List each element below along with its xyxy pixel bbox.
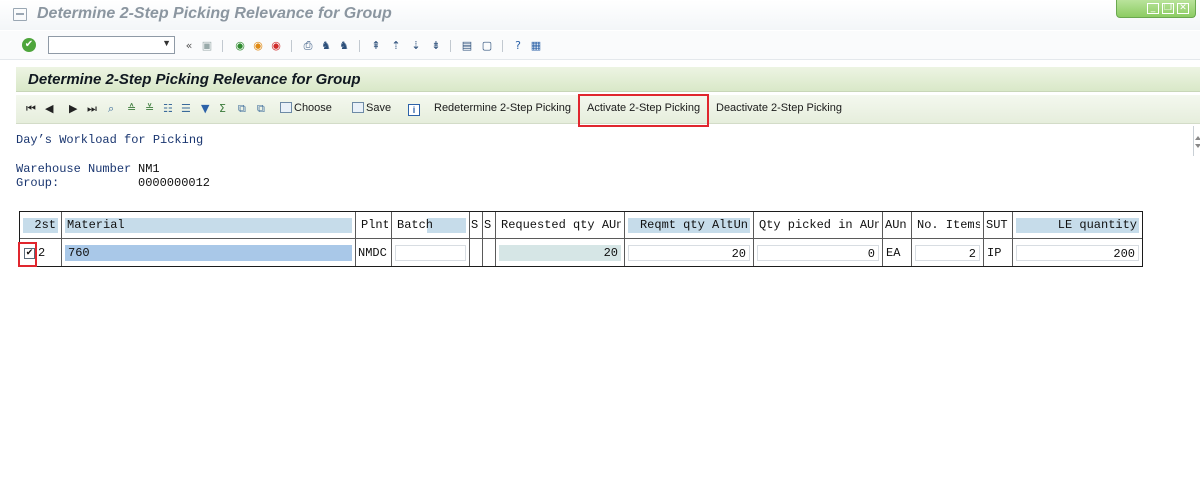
next-icon[interactable]: ▶ — [69, 103, 77, 115]
cell-sut[interactable]: IP — [984, 238, 1013, 266]
column-header-requested-qty[interactable]: Requested qty AUn — [496, 212, 625, 238]
find-next-icon[interactable]: ♞ — [337, 39, 351, 52]
column-header-s1[interactable]: S — [470, 212, 483, 238]
cell-aun[interactable]: EA — [883, 238, 912, 266]
table-header: 2st Material Plnt Batch S S Requested qt… — [20, 212, 1142, 238]
column-header-material[interactable]: Material — [62, 212, 356, 238]
table-row[interactable]: ✔ 2 760 NMDC 20 20 0 EA 2 IP 200 — [20, 238, 1142, 266]
restore-icon[interactable]: ❐ — [1162, 3, 1174, 14]
separator — [450, 40, 451, 52]
print-icon[interactable]: ⎙ — [301, 39, 315, 52]
find-icon[interactable]: ♞ — [319, 39, 333, 52]
first-page-icon[interactable]: ⇞ — [369, 39, 383, 52]
cell-qty-picked[interactable]: 0 — [754, 238, 883, 266]
cell-requested-qty[interactable]: 20 — [496, 238, 625, 266]
separator — [291, 40, 292, 52]
window-controls: _ ❐ ✕ — [1116, 0, 1196, 18]
sum-icon[interactable]: Σ — [219, 103, 226, 115]
column-header-batch[interactable]: Batch — [392, 212, 470, 238]
last-page-icon[interactable]: ⇟ — [429, 39, 443, 52]
redetermine-button[interactable]: Redetermine 2-Step Picking — [434, 102, 571, 114]
page-title: Determine 2-Step Picking Relevance for G… — [28, 71, 361, 88]
column-header-qty-picked[interactable]: Qty picked in AUn — [754, 212, 883, 238]
column-header-reqmt-qty[interactable]: Reqmt qty AltUn — [625, 212, 754, 238]
cancel-icon[interactable]: ◉ — [269, 39, 283, 52]
separator — [502, 40, 503, 52]
choose-icon — [280, 102, 292, 113]
checkbox-highlight — [18, 242, 37, 267]
column-header-sut[interactable]: SUT — [984, 212, 1013, 238]
next-page-icon[interactable]: ⇣ — [409, 39, 423, 52]
find-next-icon[interactable]: ☰ — [181, 103, 191, 115]
cell-reqmt-qty[interactable]: 20 — [625, 238, 754, 266]
column-header-aun[interactable]: AUn — [883, 212, 912, 238]
save-icon[interactable]: ▣ — [200, 39, 214, 52]
column-header-plant[interactable]: Plnt — [356, 212, 392, 238]
cell-no-items[interactable]: 2 — [912, 238, 984, 266]
window-title-bar: Determine 2-Step Picking Relevance for G… — [0, 0, 1200, 30]
separator — [222, 40, 223, 52]
customize-layout-icon[interactable]: ▦ — [529, 39, 543, 52]
find-icon[interactable]: ☷ — [163, 103, 173, 115]
previous-icon[interactable]: ◀ — [45, 103, 53, 115]
activate-button-highlight — [578, 94, 709, 127]
window-menu-icon[interactable] — [13, 8, 27, 21]
details-icon[interactable]: ⌕ — [108, 103, 114, 115]
warehouse-label: Warehouse Number — [16, 162, 132, 176]
information-icon: i — [408, 104, 420, 116]
window-title: Determine 2-Step Picking Relevance for G… — [37, 5, 392, 22]
choose-button[interactable]: Choose — [280, 102, 332, 114]
column-header-le-quantity[interactable]: LE quantity — [1013, 212, 1142, 238]
back-icon[interactable]: ◉ — [233, 39, 247, 52]
help-icon[interactable]: ? — [511, 39, 525, 52]
minimize-icon[interactable]: _ — [1147, 3, 1159, 14]
subtotal-icon[interactable]: ⧉ — [238, 103, 246, 115]
command-field[interactable]: ▼ — [48, 36, 175, 54]
separator — [359, 40, 360, 52]
exit-icon[interactable]: ◉ — [251, 39, 265, 52]
deactivate-2-step-picking-button[interactable]: Deactivate 2-Step Picking — [716, 102, 842, 114]
previous-page-icon[interactable]: ⇡ — [389, 39, 403, 52]
layout-icon[interactable]: ⧉ — [257, 103, 265, 115]
enter-icon[interactable]: ✔ — [22, 38, 36, 52]
application-title-bar: Determine 2-Step Picking Relevance for G… — [16, 67, 1200, 92]
cell-le-quantity[interactable]: 200 — [1013, 238, 1142, 266]
new-session-icon[interactable]: ▤ — [460, 39, 474, 52]
close-icon[interactable]: ✕ — [1177, 3, 1189, 14]
vertical-scrollbar[interactable] — [1193, 126, 1200, 156]
save-button[interactable]: Save — [352, 102, 391, 114]
group-value: 0000000012 — [138, 176, 211, 190]
cell-plant[interactable]: NMDC — [356, 238, 392, 266]
column-header-2st[interactable]: 2st — [20, 212, 62, 238]
picking-table: 2st Material Plnt Batch S S Requested qt… — [19, 211, 1143, 267]
filter-icon[interactable]: ▼ — [201, 103, 209, 115]
group-label: Group: — [16, 176, 60, 190]
save-icon — [352, 102, 364, 113]
chevron-down-icon[interactable]: ▼ — [162, 38, 171, 48]
last-icon[interactable]: ⏭ — [87, 103, 97, 115]
column-header-s2[interactable]: S — [483, 212, 496, 238]
cell-s2[interactable] — [483, 238, 496, 266]
warehouse-value: NM1 — [138, 162, 160, 176]
information-button[interactable]: i — [408, 102, 420, 116]
collapse-icon[interactable]: « — [182, 39, 196, 52]
first-icon[interactable]: ⏮ — [26, 103, 36, 115]
cell-material[interactable]: 760 — [62, 238, 356, 266]
shortcut-icon[interactable]: ▢ — [480, 39, 494, 52]
column-header-no-items[interactable]: No. Items — [912, 212, 984, 238]
cell-s1[interactable] — [470, 238, 483, 266]
sort-descending-icon[interactable]: ≚ — [145, 103, 154, 115]
system-toolbar: ✔ ▼ « ▣ ◉ ◉ ◉ ⎙ ♞ ♞ ⇞ ⇡ ⇣ ⇟ ▤ ▢ ? ▦ — [0, 31, 1200, 60]
workload-heading: Day’s Workload for Picking — [16, 133, 204, 147]
sort-ascending-icon[interactable]: ≙ — [127, 103, 136, 115]
cell-batch[interactable] — [392, 238, 470, 266]
